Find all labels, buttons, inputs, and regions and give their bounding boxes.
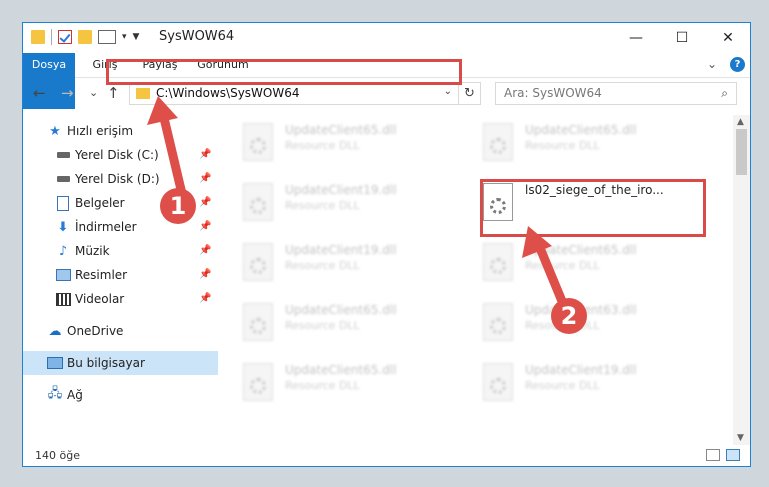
arrow-1-shaft (159, 113, 188, 203)
step-badge-2: 2 (551, 298, 587, 334)
arrow-2-shaft (535, 243, 569, 311)
step-badge-1: 1 (160, 188, 196, 224)
arrow-2-head (522, 226, 552, 258)
annotation-arrows (147, 96, 569, 311)
arrow-1-head (147, 96, 178, 125)
